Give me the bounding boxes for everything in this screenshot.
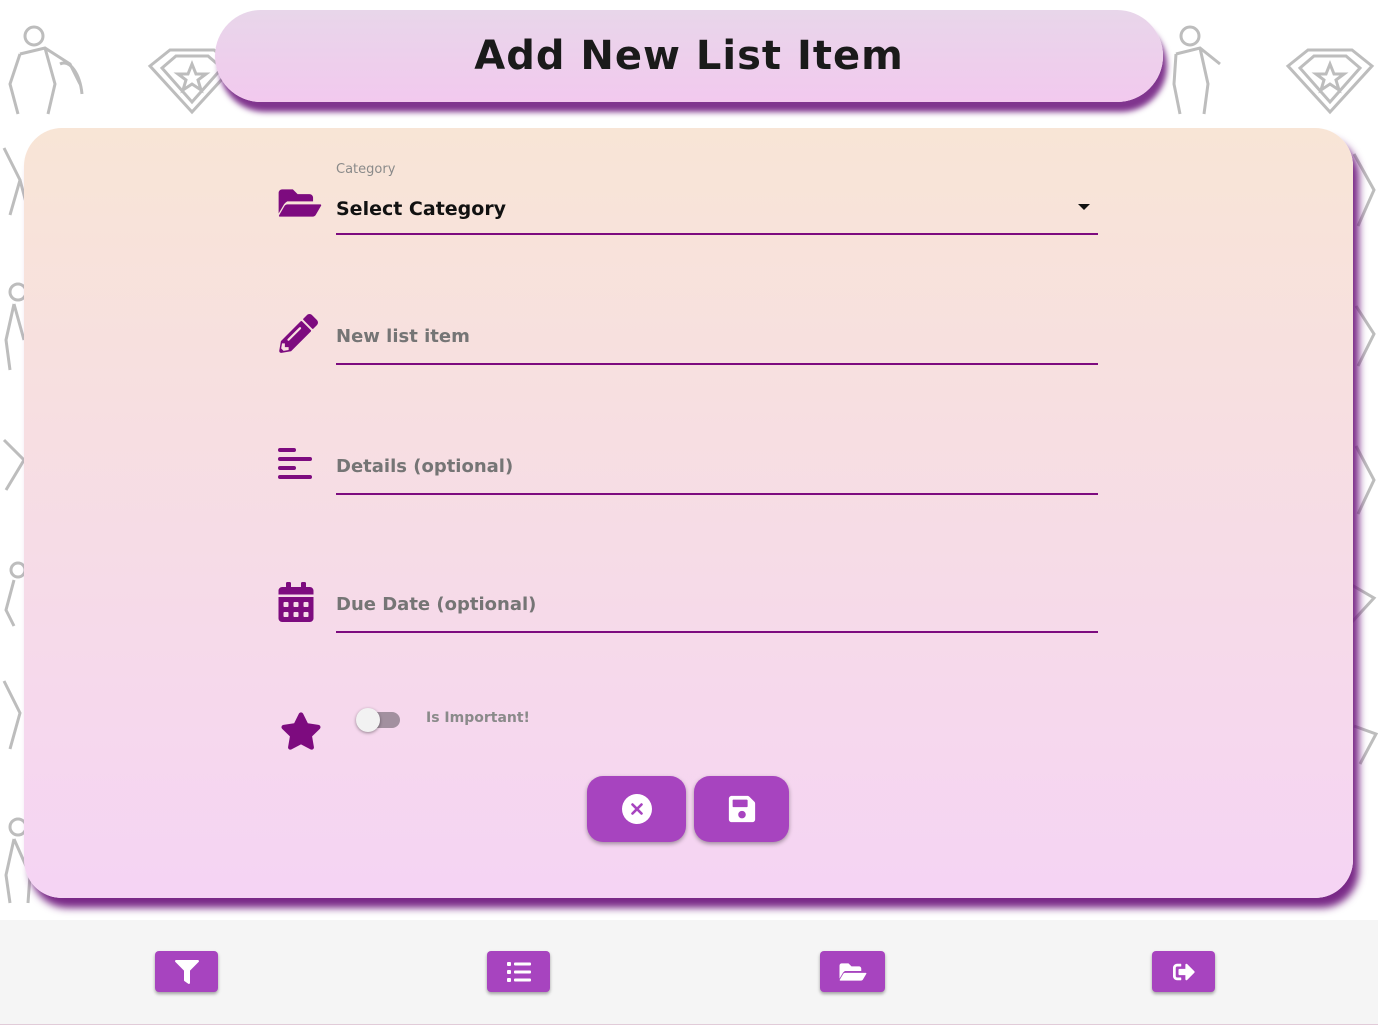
category-select[interactable]: Select Category (336, 180, 1098, 235)
nav-logout-button[interactable] (1152, 951, 1215, 992)
toggle-knob (356, 708, 380, 732)
important-toggle[interactable] (356, 708, 402, 732)
new-list-item-field[interactable] (336, 312, 1098, 365)
page-header: Add New List Item (215, 10, 1163, 102)
nav-categories-button[interactable] (820, 951, 885, 992)
important-label: Is Important! (426, 710, 530, 726)
new-list-item-input[interactable] (336, 326, 1098, 347)
align-left-icon (278, 446, 314, 482)
list-icon (506, 961, 531, 982)
chevron-down-icon (1078, 204, 1090, 210)
hero-figure-icon (1354, 305, 1376, 367)
cancel-button[interactable] (587, 776, 686, 842)
due-date-field[interactable] (336, 580, 1098, 633)
details-field[interactable] (336, 442, 1098, 495)
filter-icon (174, 959, 199, 984)
nav-filter-button[interactable] (155, 951, 218, 992)
details-input[interactable] (336, 456, 1098, 477)
form-card (24, 128, 1353, 898)
hero-figure-icon (1353, 724, 1378, 765)
category-select-value: Select Category (336, 198, 507, 220)
hero-figure-icon (1354, 445, 1376, 515)
folder-open-icon (278, 184, 322, 222)
due-date-input[interactable] (336, 594, 1098, 615)
page-title: Add New List Item (474, 33, 904, 79)
nav-list-button[interactable] (487, 951, 550, 992)
star-icon (280, 710, 322, 752)
folder-open-icon (839, 962, 866, 981)
calendar-icon (278, 582, 314, 622)
category-label: Category (336, 162, 396, 177)
sign-out-icon (1172, 963, 1195, 980)
hero-figure-icon (8, 25, 84, 115)
save-button[interactable] (694, 776, 789, 842)
close-circle-icon (621, 794, 652, 824)
shield-emblem-icon (1285, 48, 1375, 115)
bottom-nav (0, 920, 1378, 1025)
hero-figure-icon (1172, 25, 1221, 115)
floppy-disk-icon (728, 795, 755, 823)
pencil-icon (278, 314, 318, 354)
hero-figure-icon (1352, 153, 1376, 227)
